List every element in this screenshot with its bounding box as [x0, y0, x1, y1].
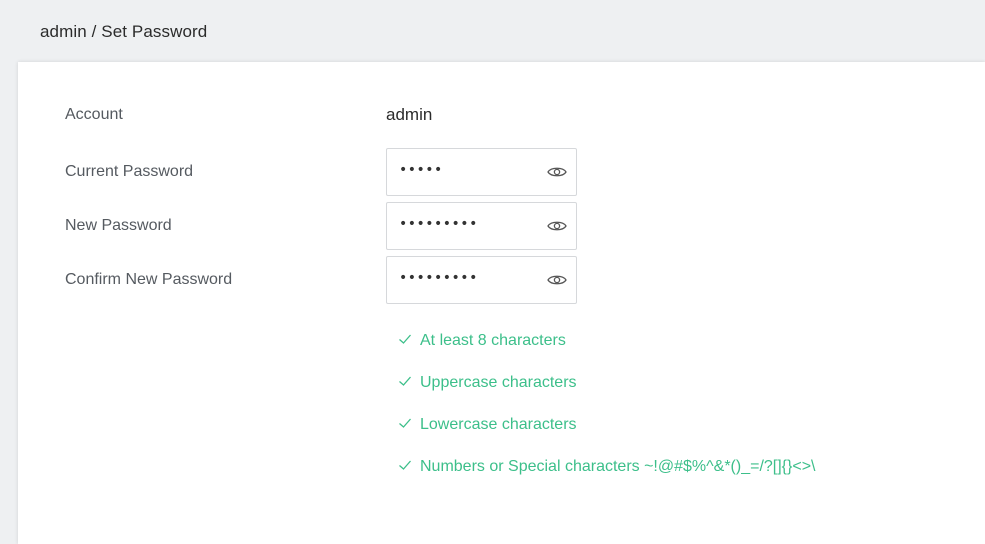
new-password-row: New Password •••••••••: [18, 202, 985, 250]
account-value: admin: [386, 105, 433, 124]
requirement-item: Numbers or Special characters ~!@#$%^&*(…: [398, 458, 816, 476]
current-password-label: Current Password: [65, 163, 194, 180]
confirm-password-label: Confirm New Password: [65, 271, 233, 288]
requirement-text: Uppercase characters: [420, 374, 577, 391]
requirement-text: At least 8 characters: [420, 332, 566, 349]
breadcrumb-bar: admin / Set Password: [0, 0, 985, 62]
check-icon: [399, 334, 411, 344]
check-icon: [399, 376, 411, 386]
new-password-value: •••••••••: [399, 216, 478, 232]
eye-icon[interactable]: [547, 272, 567, 288]
confirm-password-input[interactable]: •••••••••: [386, 256, 577, 304]
current-password-value: •••••: [399, 162, 443, 178]
new-password-input[interactable]: •••••••••: [386, 202, 577, 250]
breadcrumb: admin / Set Password: [40, 22, 208, 41]
eye-icon[interactable]: [547, 218, 567, 234]
set-password-card: Account admin Current Password ••••• New…: [18, 62, 985, 544]
account-row: Account admin: [18, 102, 985, 150]
account-label: Account: [65, 106, 123, 123]
current-password-input[interactable]: •••••: [386, 148, 577, 196]
requirement-text: Numbers or Special characters ~!@#$%^&*(…: [420, 458, 816, 475]
new-password-label: New Password: [65, 217, 172, 234]
confirm-password-row: Confirm New Password •••••••••: [18, 256, 985, 304]
check-icon: [399, 418, 411, 428]
requirement-item: Uppercase characters: [398, 374, 577, 392]
requirement-item: At least 8 characters: [398, 332, 566, 350]
check-icon: [399, 460, 411, 470]
confirm-password-value: •••••••••: [399, 270, 478, 286]
requirement-text: Lowercase characters: [420, 416, 577, 433]
eye-icon[interactable]: [547, 164, 567, 180]
requirement-item: Lowercase characters: [398, 416, 577, 434]
page: admin / Set Password Account admin Curre…: [0, 0, 985, 544]
current-password-row: Current Password •••••: [18, 148, 985, 196]
